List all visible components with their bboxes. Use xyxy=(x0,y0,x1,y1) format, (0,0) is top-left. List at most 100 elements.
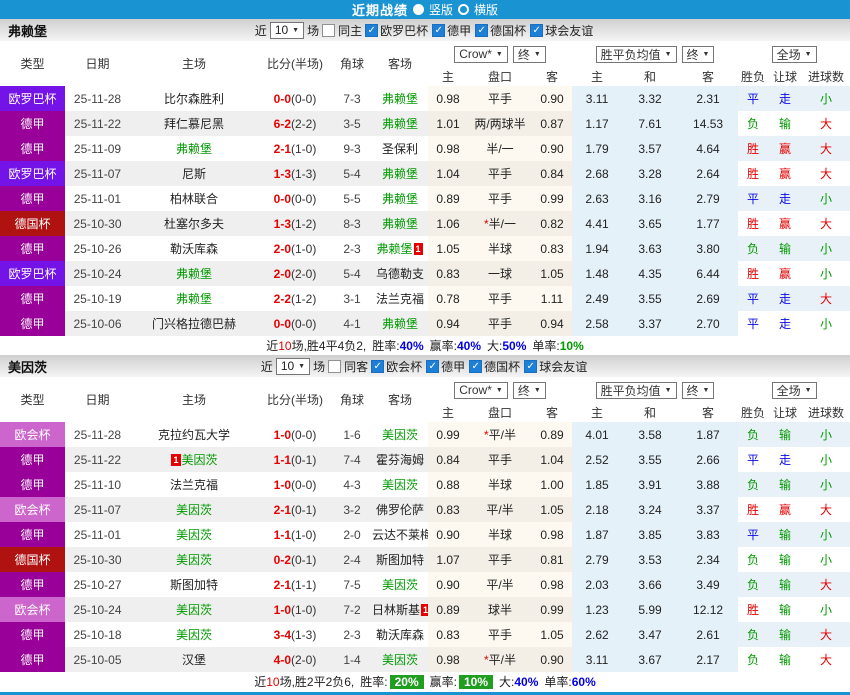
result-wdl: 负 xyxy=(738,472,769,497)
halftime-score: (1-3) xyxy=(291,166,317,181)
avg-home: 4.01 xyxy=(572,422,623,447)
col-handicap: 盘口 xyxy=(487,70,512,84)
handicap-cell: 平/半 xyxy=(468,497,532,522)
handicap-value: 半球 xyxy=(487,478,512,492)
league-checkbox[interactable]: ✓ xyxy=(432,23,446,37)
avg-stage-select[interactable]: 终 ▼ xyxy=(681,381,715,399)
summary-stat-label: 赢率: xyxy=(429,675,457,689)
near-label: 近 xyxy=(260,359,273,374)
league-checkbox-label[interactable]: 德国杯 xyxy=(490,22,526,39)
league-checkbox[interactable]: ✓ xyxy=(530,23,544,37)
result-handicap: 输 xyxy=(768,422,803,447)
col-home: 主场 xyxy=(181,393,206,407)
league-filters: ✓ 欧会杯 ✓ 德甲 ✓ 德国杯 ✓ 球会友谊 xyxy=(371,358,589,375)
team-name: 美因茨 xyxy=(8,359,48,375)
away-team-cell: 美因茨 xyxy=(372,472,428,497)
bookmaker-select[interactable]: Crow* ▼ xyxy=(454,381,508,399)
avg-odds-select[interactable]: 胜平负均值 ▼ xyxy=(595,45,677,63)
layout-radio-vertical[interactable] xyxy=(412,4,424,15)
league-checkbox-label[interactable]: 欧罗巴杯 xyxy=(380,22,428,39)
avg-home: 2.62 xyxy=(572,622,623,647)
league-checkbox[interactable]: ✓ xyxy=(524,359,538,373)
avg-draw: 7.61 xyxy=(622,111,679,136)
odds-home: 1.06 xyxy=(428,211,468,236)
team-link: 弗赖堡 xyxy=(381,117,418,131)
league-checkbox-label[interactable]: 德甲 xyxy=(441,358,465,375)
scope-select[interactable]: 全场 ▼ xyxy=(771,381,817,399)
fulltime-score: 0-0 xyxy=(273,191,291,206)
league-checkbox-label[interactable]: 德国杯 xyxy=(484,358,520,375)
league-checkbox-label[interactable]: 德甲 xyxy=(447,22,471,39)
scope-select[interactable]: 全场 ▼ xyxy=(771,45,817,63)
avg-draw: 3.24 xyxy=(622,497,679,522)
recent-count-select[interactable]: 10 ▼ xyxy=(269,21,305,39)
odds-away: 1.04 xyxy=(532,447,573,472)
match-date: 25-11-10 xyxy=(65,472,130,497)
layout-radio-vertical-label[interactable]: 竖版 xyxy=(429,1,453,18)
score-cell: 1-0(0-0) xyxy=(258,472,332,497)
odds-stage-select[interactable]: 终 ▼ xyxy=(512,45,546,63)
result-wdl: 胜 xyxy=(738,136,769,161)
layout-radio-horizontal[interactable] xyxy=(458,4,469,15)
same-venue-label[interactable]: 同客 xyxy=(344,358,368,375)
result-wdl: 胜 xyxy=(738,597,769,622)
league-checkbox[interactable]: ✓ xyxy=(371,359,385,373)
away-team-cell: 乌德勒支 xyxy=(372,261,428,286)
league-checkbox[interactable]: ✓ xyxy=(426,359,440,373)
odds-stage-select[interactable]: 终 ▼ xyxy=(512,381,546,399)
result-wdl: 平 xyxy=(738,447,769,472)
recent-count-select[interactable]: 10 ▼ xyxy=(275,357,311,375)
avg-home: 1.48 xyxy=(572,261,623,286)
same-venue-checkbox[interactable] xyxy=(322,23,336,37)
result-goals: 小 xyxy=(802,547,850,572)
team-link: 弗赖堡 xyxy=(376,242,413,256)
handicap-cell: 平手 xyxy=(468,311,532,336)
result-handicap: 走 xyxy=(768,186,803,211)
col-result-goals: 进球数 xyxy=(808,70,845,84)
avg-away: 1.87 xyxy=(678,422,739,447)
fulltime-score: 2-1 xyxy=(273,141,291,156)
league-checkbox[interactable]: ✓ xyxy=(469,359,483,373)
match-date: 25-11-01 xyxy=(65,186,130,211)
col-odds-home: 主 xyxy=(441,406,454,420)
league-checkbox[interactable]: ✓ xyxy=(475,23,489,37)
halftime-score: (0-1) xyxy=(291,502,317,517)
away-team-cell: 日林斯基 1 xyxy=(372,597,428,622)
summary-stat-label: 单率: xyxy=(544,675,572,689)
avg-home: 2.63 xyxy=(572,186,623,211)
league-tag: 德甲 xyxy=(0,186,65,211)
same-venue-label[interactable]: 同主 xyxy=(338,22,362,39)
home-team-cell: 1 美因茨 xyxy=(130,447,258,472)
odds-home: 0.83 xyxy=(428,497,468,522)
avg-away: 3.37 xyxy=(678,497,739,522)
col-avg-away: 客 xyxy=(702,406,715,420)
layout-radio-horizontal-label[interactable]: 横版 xyxy=(474,1,498,18)
col-avg-away: 客 xyxy=(702,70,715,84)
chevron-down-icon: ▼ xyxy=(298,362,306,370)
sections-root: 弗赖堡 近 10 ▼ 场 同主 ✓欧罗巴杯✓德甲✓德国杯✓球会友谊 xyxy=(0,19,850,691)
summary-stat-label: 大: xyxy=(487,339,503,353)
result-handicap: 输 xyxy=(768,522,803,547)
halftime-score: (1-2) xyxy=(291,291,317,306)
bookmaker-select[interactable]: Crow* ▼ xyxy=(454,45,508,63)
league-tag: 德甲 xyxy=(0,111,65,136)
avg-home: 1.85 xyxy=(572,472,623,497)
league-checkbox-label[interactable]: 欧会杯 xyxy=(386,358,422,375)
summary-count: 10 xyxy=(266,674,280,689)
avg-stage-select[interactable]: 终 ▼ xyxy=(681,45,715,63)
section-header-bar: 弗赖堡 近 10 ▼ 场 同主 ✓ 欧罗巴杯 ✓ 德甲 ✓ 德国杯 ✓ 球会友谊 xyxy=(0,19,850,41)
odds-home: 0.83 xyxy=(428,261,468,286)
away-team-cell: 勒沃库森 xyxy=(372,622,428,647)
league-tag: 德甲 xyxy=(0,472,65,497)
league-checkbox[interactable]: ✓ xyxy=(365,23,379,37)
avg-odds-select[interactable]: 胜平负均值 ▼ xyxy=(595,381,677,399)
away-team-cell: 云达不莱梅 xyxy=(372,522,428,547)
league-checkbox-label[interactable]: 球会友谊 xyxy=(545,22,593,39)
away-team-cell: 美因茨 xyxy=(372,647,428,672)
league-checkbox-label[interactable]: 球会友谊 xyxy=(539,358,587,375)
result-wdl: 负 xyxy=(738,422,769,447)
col-corner: 角球 xyxy=(339,57,364,71)
same-venue-checkbox[interactable] xyxy=(328,359,342,373)
home-team-cell: 美因茨 xyxy=(130,597,258,622)
home-team-cell: 杜塞尔多夫 xyxy=(130,211,258,236)
